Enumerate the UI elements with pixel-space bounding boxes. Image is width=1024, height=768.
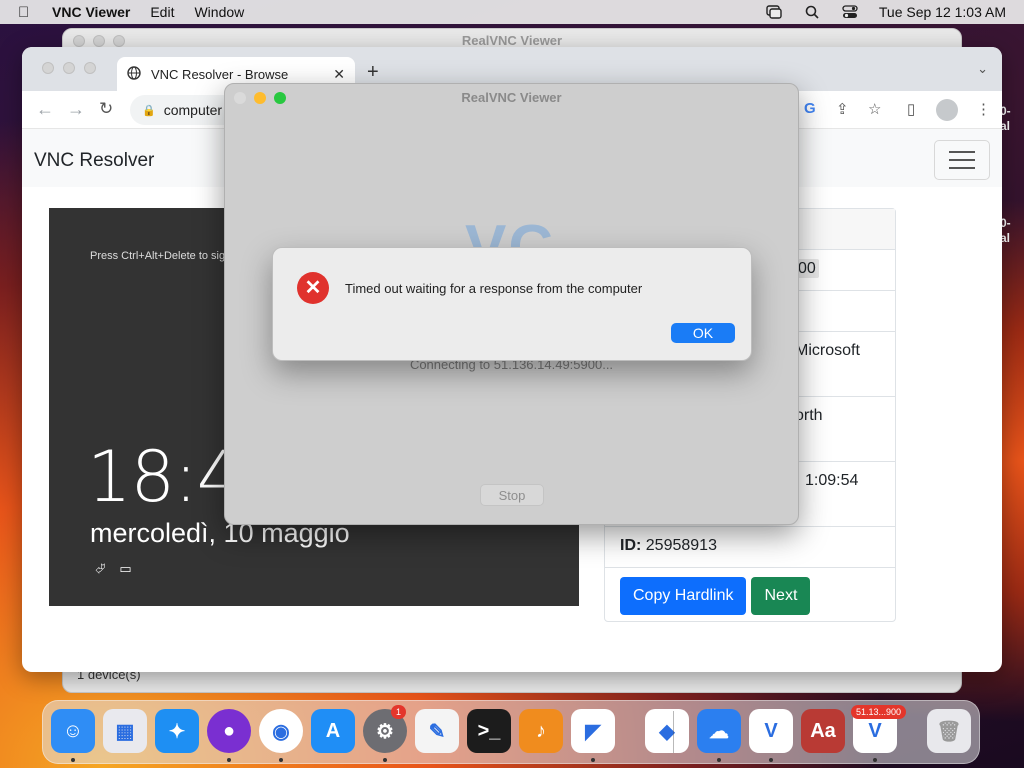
share-icon[interactable]: ⇪ (836, 100, 849, 118)
dock-separator (673, 711, 674, 753)
lock-icon: 🔒 (142, 104, 156, 117)
dock-running-indicator (591, 758, 595, 762)
session-badge: 51.13...900 (851, 705, 907, 719)
dock-safari-icon[interactable]: ✦ (155, 709, 199, 753)
copy-hardlink-button[interactable]: Copy Hardlink (620, 577, 747, 615)
dock-running-indicator (873, 758, 877, 762)
error-dialog: ✕ Timed out waiting for a response from … (272, 247, 752, 361)
card-row-value: orth (795, 407, 823, 424)
dock-running-indicator (717, 758, 721, 762)
dock-running-indicator (383, 758, 387, 762)
bookmark-star-icon[interactable]: ☆ (868, 100, 881, 118)
notification-badge: 1 (391, 705, 407, 719)
dock-finder-icon[interactable]: ☺ (51, 709, 95, 753)
ok-button[interactable]: OK (671, 323, 735, 343)
side-panel-icon[interactable]: ▯ (907, 100, 915, 118)
id-value: 25958913 (645, 537, 717, 554)
dock-dictionary-icon[interactable]: Aa (801, 709, 845, 753)
accessibility-icon: ⮰ (95, 561, 106, 576)
tab-close-icon[interactable]: ✕ (333, 66, 345, 83)
dock-chrome-icon[interactable]: ◉ (259, 709, 303, 753)
dock-realvnc-icon[interactable]: V (749, 709, 793, 753)
dock-vscode-icon[interactable]: ◤ (571, 709, 615, 753)
card-row-value: Microsoft (795, 342, 860, 359)
card-row-value: 1:09:54 (805, 472, 859, 489)
forward-arrow-icon[interactable]: → (67, 99, 85, 120)
dock-garageband-icon[interactable]: ♪ (519, 709, 563, 753)
reload-icon[interactable]: ↻ (99, 99, 113, 119)
dock-running-indicator (279, 758, 283, 762)
tab-title: VNC Resolver - Browse (151, 66, 289, 82)
error-message: Timed out waiting for a response from th… (345, 281, 643, 296)
spotlight-search-icon[interactable] (803, 5, 821, 19)
window-minimize-icon[interactable] (63, 62, 75, 74)
new-tab-icon[interactable]: + (367, 61, 379, 84)
dock-app-store-icon[interactable]: A (311, 709, 355, 753)
google-icon[interactable]: G (804, 100, 816, 117)
dock-textedit-icon[interactable]: ✎ (415, 709, 459, 753)
dock-trash-icon[interactable]: 🗑 (927, 709, 971, 753)
window-title: RealVNC Viewer (461, 90, 562, 105)
more-menu-icon[interactable]: ⋮ (976, 100, 991, 118)
next-button[interactable]: Next (751, 577, 811, 615)
dock-running-indicator (227, 758, 231, 762)
stop-button[interactable]: Stop (480, 484, 544, 506)
network-icon: ▭ (119, 561, 132, 576)
card-row-id: ID: 25958913 (605, 527, 895, 568)
dock-icloud-icon[interactable]: ☁ (697, 709, 741, 753)
dock-firefox-icon[interactable]: ● (207, 709, 251, 753)
dock-launchpad-icon[interactable]: ▦ (103, 709, 147, 753)
window-title: RealVNC Viewer (461, 33, 563, 48)
menu-window[interactable]: Window (194, 4, 244, 20)
globe-icon (127, 66, 143, 82)
dock-visual-studio-icon[interactable]: ◆ (645, 709, 689, 753)
window-close-icon[interactable] (42, 62, 54, 74)
id-label: ID: (620, 537, 642, 554)
dock-running-indicator (71, 758, 75, 762)
dock-terminal-icon[interactable]: >_ (467, 709, 511, 753)
screen-mirroring-icon[interactable] (765, 5, 783, 19)
window-zoom-icon[interactable] (84, 62, 96, 74)
site-brand[interactable]: VNC Resolver (34, 150, 154, 172)
back-arrow-icon[interactable]: ← (36, 99, 54, 120)
profile-avatar-icon[interactable] (936, 99, 958, 121)
menu-app-name[interactable]: VNC Viewer (52, 4, 130, 20)
hamburger-menu-icon[interactable] (934, 140, 990, 180)
dock: ☺ ▦ ✦ ● ◉ A ⚙ ✎ >_ ♪ ◤ ◆ ☁ V Aa V 🗑 1 51.13...900 (42, 700, 980, 764)
menu-clock[interactable]: Tue Sep 12 1:03 AM (879, 4, 1006, 20)
tab-search-chevron-icon[interactable]: ⌄ (977, 61, 988, 77)
lock-screen-hint: Press Ctrl+Alt+Delete to sign (90, 250, 232, 262)
menu-bar:  VNC Viewer Edit Window Tue Sep 12 1:03… (0, 0, 1024, 24)
menu-edit[interactable]: Edit (150, 4, 174, 20)
dock-running-indicator (769, 758, 773, 762)
control-center-icon[interactable] (841, 5, 859, 19)
address-bar[interactable]: 🔒 computer (130, 95, 226, 125)
apple-icon[interactable]:  (18, 4, 38, 21)
url-text: computer (163, 102, 223, 118)
error-x-icon: ✕ (297, 272, 329, 304)
